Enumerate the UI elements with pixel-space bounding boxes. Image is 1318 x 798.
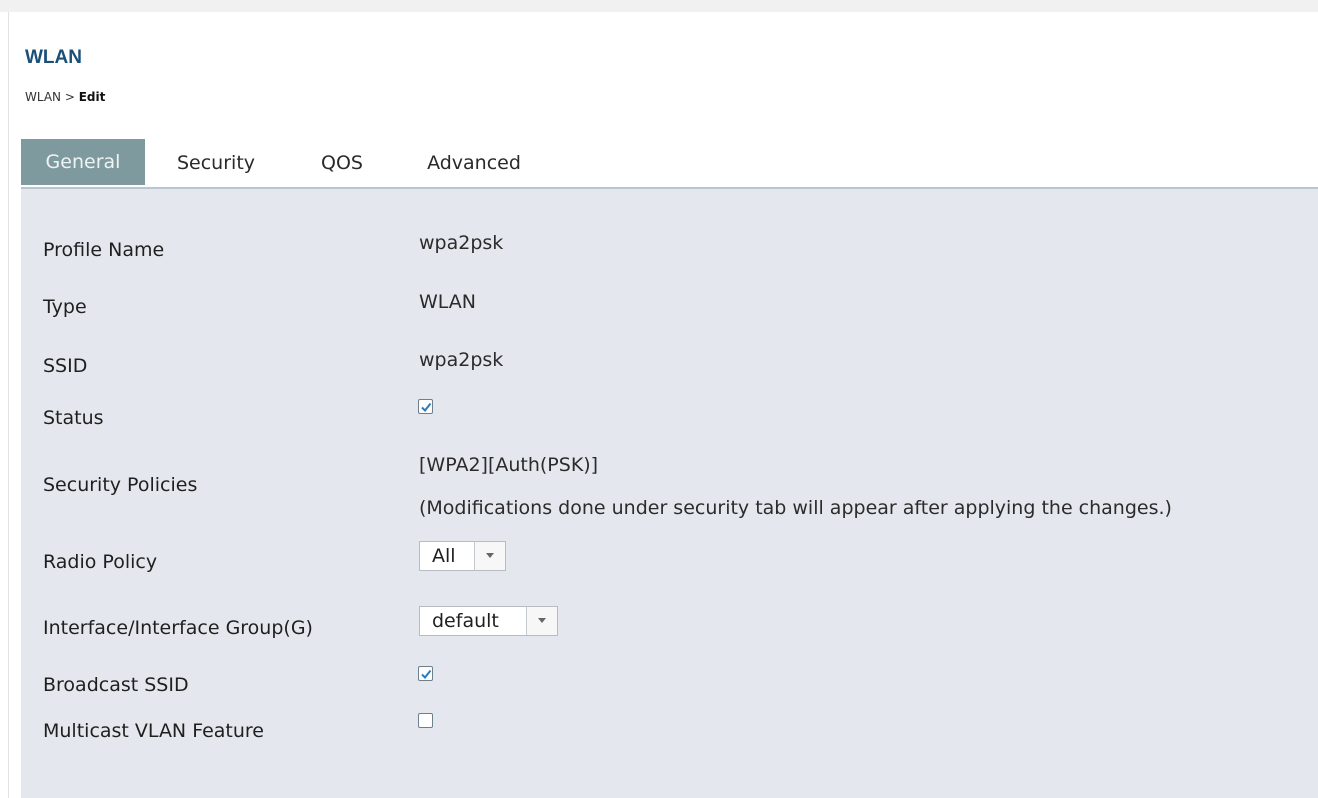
interface-group-label: Interface/Interface Group(G): [43, 617, 313, 639]
broadcast-ssid-label: Broadcast SSID: [43, 674, 189, 696]
radio-policy-selected: All: [432, 545, 456, 567]
chevron-down-icon[interactable]: [526, 607, 557, 635]
ssid-label: SSID: [43, 355, 88, 377]
profile-name-label: Profile Name: [43, 239, 165, 261]
breadcrumb-separator: >: [64, 90, 75, 104]
left-divider: [8, 12, 9, 798]
tab-security[interactable]: Security: [145, 139, 287, 188]
security-policies-value: [WPA2][Auth(PSK)]: [419, 454, 599, 476]
multicast-vlan-label: Multicast VLAN Feature: [43, 720, 264, 742]
breadcrumb-parent[interactable]: WLAN: [25, 90, 61, 104]
tab-advanced[interactable]: Advanced: [397, 139, 551, 188]
tab-qos[interactable]: QOS: [287, 139, 397, 188]
radio-policy-label: Radio Policy: [43, 551, 158, 573]
check-icon: [421, 402, 432, 413]
type-value: WLAN: [419, 291, 477, 313]
security-policies-label: Security Policies: [43, 474, 198, 496]
interface-group-selected: default: [432, 610, 499, 632]
radio-policy-select[interactable]: All: [419, 541, 506, 571]
chevron-down-icon[interactable]: [474, 542, 505, 570]
breadcrumb: WLAN > Edit: [25, 90, 105, 104]
profile-name-value: wpa2psk: [419, 232, 504, 254]
general-panel: Profile Name Type SSID Status Security P…: [21, 189, 1318, 798]
type-label: Type: [43, 296, 87, 318]
page-title: WLAN: [25, 47, 82, 68]
multicast-vlan-checkbox[interactable]: [418, 713, 433, 728]
security-policies-note: (Modifications done under security tab w…: [419, 497, 1172, 519]
interface-group-select[interactable]: default: [419, 606, 558, 636]
ssid-value: wpa2psk: [419, 349, 504, 371]
status-label: Status: [43, 407, 104, 429]
top-strip: [0, 0, 1318, 12]
check-icon: [421, 669, 432, 680]
status-checkbox[interactable]: [418, 399, 433, 414]
breadcrumb-current: Edit: [78, 90, 106, 104]
tab-general[interactable]: General: [21, 139, 145, 185]
broadcast-ssid-checkbox[interactable]: [418, 666, 433, 681]
